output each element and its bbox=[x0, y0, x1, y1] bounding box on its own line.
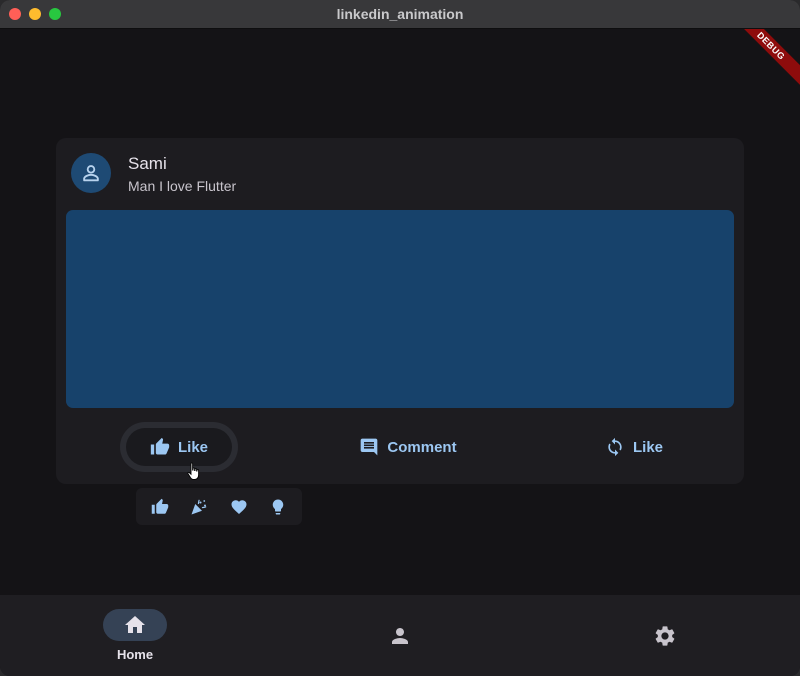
thumb-up-icon bbox=[150, 437, 170, 455]
avatar[interactable] bbox=[71, 153, 111, 193]
reaction-like[interactable] bbox=[148, 495, 172, 519]
heart-icon bbox=[231, 499, 247, 514]
reaction-insightful[interactable] bbox=[266, 495, 290, 519]
nav-item-home[interactable]: Home bbox=[2, 595, 268, 676]
nav-item-settings[interactable] bbox=[532, 595, 798, 676]
debug-banner: DEBUG bbox=[740, 29, 800, 89]
reaction-celebrate[interactable] bbox=[187, 495, 211, 519]
lightbulb-icon bbox=[273, 499, 284, 514]
title-bar: linkedin_animation bbox=[0, 0, 800, 29]
debug-label: DEBUG bbox=[740, 29, 800, 89]
post-caption: Man I love Flutter bbox=[128, 178, 237, 194]
window-title: linkedin_animation bbox=[336, 6, 464, 22]
post-card: Sami Man I love Flutter Like Comment Lik… bbox=[56, 138, 744, 484]
nav-indicator bbox=[103, 609, 167, 641]
hand-cursor-icon bbox=[187, 462, 200, 480]
comment-button[interactable]: Comment bbox=[346, 428, 470, 466]
comment-label: Comment bbox=[387, 438, 457, 456]
post-author: Sami bbox=[128, 154, 167, 173]
post-media bbox=[66, 210, 734, 408]
bottom-navigation-bar: Home bbox=[0, 595, 800, 676]
comment-icon bbox=[361, 438, 378, 456]
repost-button[interactable]: Like bbox=[584, 428, 684, 466]
nav-label-home: Home bbox=[116, 647, 154, 662]
home-icon bbox=[125, 616, 145, 633]
like-label: Like bbox=[177, 438, 208, 456]
celebrate-icon bbox=[191, 498, 207, 514]
reaction-love[interactable] bbox=[227, 495, 251, 519]
reactions-popup bbox=[136, 488, 302, 525]
nav-item-profile[interactable] bbox=[267, 595, 533, 676]
thumb-up-icon bbox=[151, 498, 168, 514]
person-icon bbox=[392, 628, 408, 644]
settings-icon bbox=[655, 626, 675, 646]
repost-label: Like bbox=[632, 438, 663, 456]
sync-icon bbox=[608, 437, 622, 457]
like-button[interactable]: Like bbox=[126, 428, 232, 466]
person-outline-icon bbox=[83, 165, 99, 182]
app-window: linkedin_animation DEBUG Sami Man I love… bbox=[0, 0, 800, 676]
